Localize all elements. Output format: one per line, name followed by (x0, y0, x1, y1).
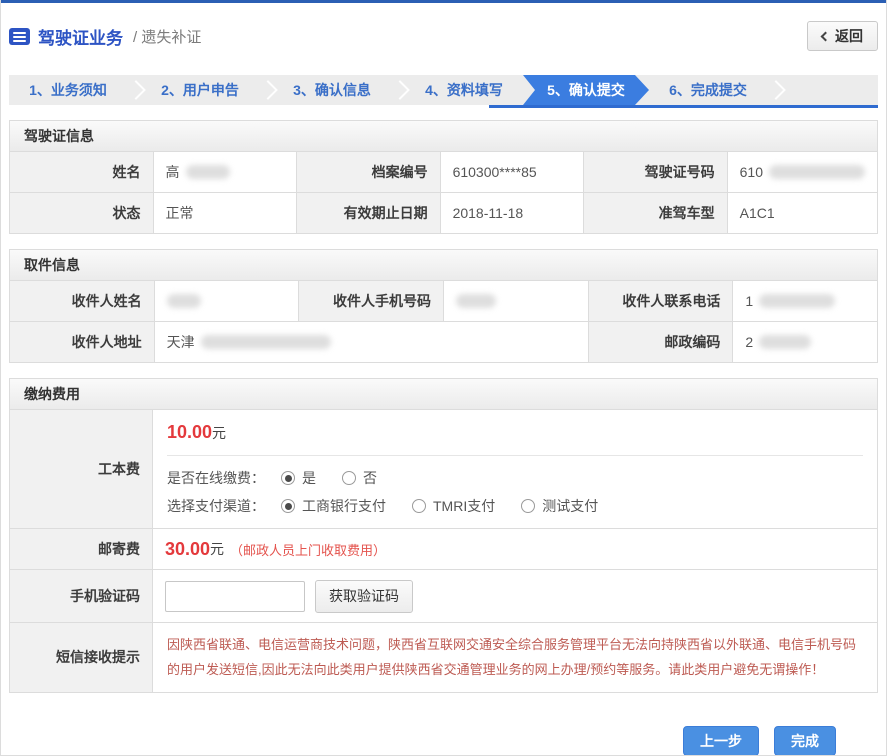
divider (167, 455, 863, 456)
license-no-label: 驾驶证号码 (584, 152, 727, 192)
file-no-value: 610300****85 (441, 152, 584, 192)
radio-online-yes-label: 是 (302, 468, 316, 488)
chevron-separator-icon (259, 75, 273, 105)
license-no-value: 610 (728, 152, 877, 192)
status-value: 正常 (154, 193, 297, 233)
finish-button[interactable]: 完成 (774, 726, 836, 756)
captcha-label: 手机验证码 (10, 570, 152, 622)
back-button-label: 返回 (835, 26, 863, 46)
radio-online-yes[interactable]: 是 (281, 468, 316, 488)
page: 驾驶证业务 / 遗失补证 返回 1、业务须知 2、用户申告 3、确认信息 4、资… (0, 0, 887, 756)
radio-channel-icbc-label: 工商银行支付 (302, 496, 386, 516)
steps-filler (781, 75, 878, 105)
redacted-value (769, 165, 865, 179)
captcha-input[interactable] (165, 581, 305, 612)
step-1-business-notice: 1、业务须知 (9, 75, 127, 105)
cost-amount: 10.00 (167, 422, 212, 442)
step-5-confirm-submit-active: 5、确认提交 (523, 75, 649, 105)
wizard-steps: 1、业务须知 2、用户申告 3、确认信息 4、资料填写 5、确认提交 6、完成提… (9, 75, 878, 105)
postcode-label: 邮政编码 (589, 322, 733, 362)
payment-channel-row: 选择支付渠道： 工商银行支付 TMRI支付 测试支付 (167, 496, 863, 516)
postage-amount: 30.00 (165, 539, 210, 560)
redacted-value (759, 335, 811, 349)
fees-section-title: 缴纳费用 (10, 379, 877, 410)
back-button[interactable]: 返回 (807, 21, 878, 51)
breadcrumb: / 遗失补证 (133, 26, 201, 47)
step-3-confirm-info: 3、确认信息 (273, 75, 391, 105)
radio-selected-icon (281, 499, 295, 513)
yuan-unit: 元 (210, 539, 224, 559)
recipient-name-value (155, 281, 299, 321)
fees-table: 工本费 10.00元 是否在线缴费： 是 否 (10, 410, 877, 692)
radio-selected-icon (281, 471, 295, 485)
sms-notice-text: 因陕西省联通、电信运营商技术问题，陕西省互联网交通安全综合服务管理平台无法向持陕… (153, 623, 877, 692)
online-payment-question: 是否在线缴费： (167, 468, 271, 488)
pickup-section-title: 取件信息 (10, 250, 877, 281)
recipient-phone-value: 1 (733, 281, 877, 321)
address-value: 天津 (155, 322, 588, 362)
postage-fee-label: 邮寄费 (10, 529, 152, 569)
radio-channel-tmri[interactable]: TMRI支付 (412, 496, 495, 516)
yuan-unit: 元 (212, 425, 226, 441)
sms-tip-label: 短信接收提示 (10, 623, 152, 692)
cost-amount-line: 10.00元 (167, 422, 863, 443)
step-2-user-declaration: 2、用户申告 (141, 75, 259, 105)
radio-channel-tmri-label: TMRI支付 (433, 496, 495, 516)
pickup-table: 收件人姓名 收件人手机号码 收件人联系电话 1 收件人地址 天津 邮政编码 2 (10, 281, 877, 362)
name-value: 高 (154, 152, 297, 192)
recipient-mobile-label: 收件人手机号码 (299, 281, 443, 321)
chevron-separator-icon (767, 75, 781, 105)
redacted-value (456, 294, 496, 308)
recipient-phone-label: 收件人联系电话 (589, 281, 733, 321)
title-wrap: 驾驶证业务 / 遗失补证 (9, 24, 201, 49)
postage-note: （邮政人员上门收取费用） (230, 540, 386, 559)
license-info-section: 驾驶证信息 姓名 高 档案编号 610300****85 驾驶证号码 610 状… (9, 120, 878, 234)
expiry-label: 有效期止日期 (297, 193, 440, 233)
radio-online-no[interactable]: 否 (342, 468, 377, 488)
step-6-finish-submit: 6、完成提交 (649, 75, 767, 105)
address-label: 收件人地址 (10, 322, 154, 362)
radio-channel-test[interactable]: 测试支付 (521, 496, 598, 516)
vehicle-class-value: A1C1 (728, 193, 877, 233)
file-no-label: 档案编号 (297, 152, 440, 192)
postcode-value: 2 (733, 322, 877, 362)
captcha-row: 获取验证码 (153, 570, 877, 622)
vehicle-class-label: 准驾车型 (584, 193, 727, 233)
get-captcha-button[interactable]: 获取验证码 (315, 580, 413, 613)
radio-unselected-icon (412, 499, 426, 513)
radio-unselected-icon (521, 499, 535, 513)
redacted-value (186, 165, 230, 179)
recipient-mobile-value (444, 281, 588, 321)
payment-channel-question: 选择支付渠道： (167, 496, 271, 516)
chevron-separator-icon (127, 75, 141, 105)
chevron-left-icon (821, 31, 831, 41)
online-payment-question-row: 是否在线缴费： 是 否 (167, 468, 863, 488)
pickup-info-section: 取件信息 收件人姓名 收件人手机号码 收件人联系电话 1 收件人地址 天津 邮政… (9, 249, 878, 363)
recipient-name-label: 收件人姓名 (10, 281, 154, 321)
step-4-fill-info: 4、资料填写 (405, 75, 523, 105)
redacted-value (167, 294, 201, 308)
name-label: 姓名 (10, 152, 153, 192)
list-icon (9, 28, 30, 45)
sms-tip-cell: 因陕西省联通、电信运营商技术问题，陕西省互联网交通安全综合服务管理平台无法向持陕… (153, 623, 877, 692)
cost-fee-label: 工本费 (10, 410, 152, 528)
page-title: 驾驶证业务 (38, 24, 123, 49)
expiry-value: 2018-11-18 (441, 193, 584, 233)
license-table: 姓名 高 档案编号 610300****85 驾驶证号码 610 状态 正常 有… (10, 152, 877, 233)
fees-section: 缴纳费用 工本费 10.00元 是否在线缴费： 是 否 (9, 378, 878, 693)
radio-channel-test-label: 测试支付 (542, 496, 598, 516)
bottom-actions: 上一步 完成 (1, 726, 836, 756)
header: 驾驶证业务 / 遗失补证 返回 (1, 3, 886, 69)
cost-fee-value: 10.00元 是否在线缴费： 是 否 选择支付渠道： (153, 410, 877, 528)
radio-unselected-icon (342, 471, 356, 485)
radio-online-no-label: 否 (363, 468, 377, 488)
previous-step-button[interactable]: 上一步 (683, 726, 759, 756)
status-label: 状态 (10, 193, 153, 233)
postage-fee-value: 30.00元 （邮政人员上门收取费用） (153, 529, 877, 569)
redacted-value (201, 335, 331, 349)
radio-channel-icbc[interactable]: 工商银行支付 (281, 496, 386, 516)
license-section-title: 驾驶证信息 (10, 121, 877, 152)
redacted-value (759, 294, 835, 308)
chevron-separator-icon (391, 75, 405, 105)
